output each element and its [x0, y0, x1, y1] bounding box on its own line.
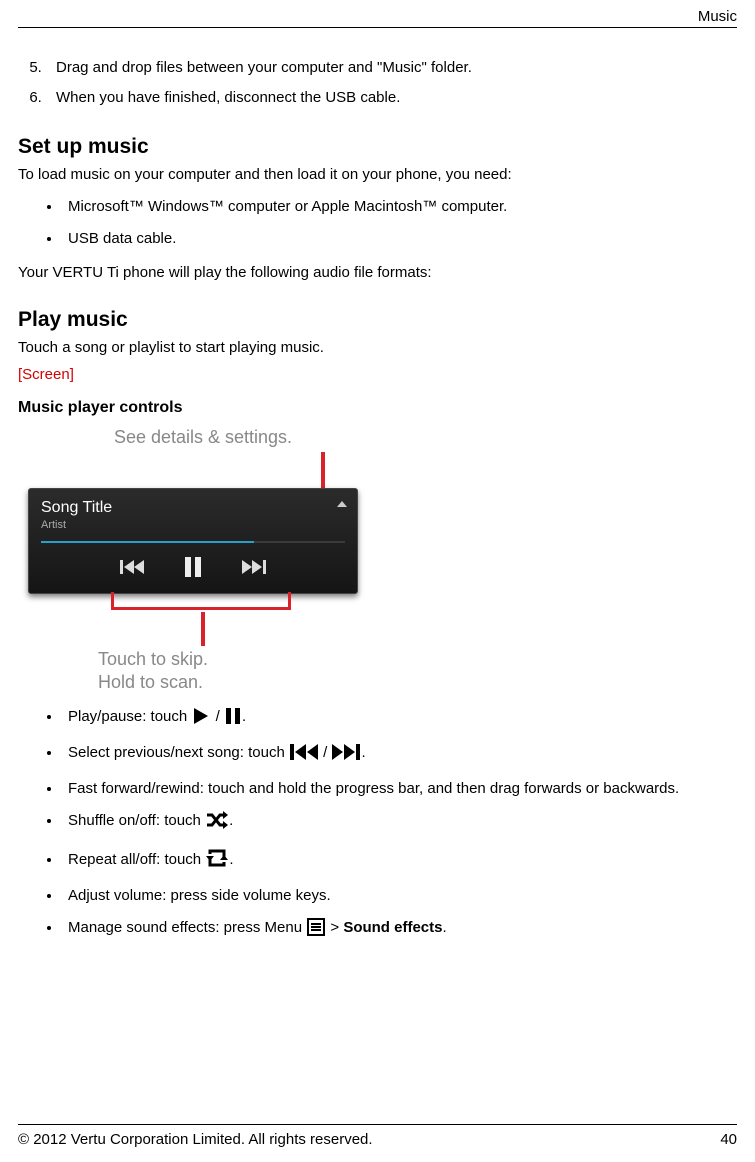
player-figure: See details & settings. Song Title Artis…	[28, 427, 378, 695]
callout-bracket	[111, 592, 291, 610]
text: Play/pause: touch	[68, 708, 191, 725]
play-intro: Touch a song or playlist to start playin…	[18, 338, 737, 358]
caption-bottom-line1: Touch to skip.	[98, 649, 208, 669]
step-item: When you have finished, disconnect the U…	[46, 88, 737, 108]
step-item: Drag and drop files between your compute…	[46, 58, 737, 78]
list-item: Repeat all/off: touch .	[62, 848, 737, 874]
controls-bullets: Play/pause: touch / . Select previous/ne…	[18, 707, 737, 943]
text: /	[216, 708, 224, 725]
text: /	[323, 744, 331, 761]
heading-play-music: Play music	[18, 308, 737, 332]
setup-intro: To load music on your computer and then …	[18, 165, 737, 185]
figure-caption-top: See details & settings.	[28, 427, 378, 448]
list-item: USB data cable.	[62, 229, 737, 249]
list-item: Select previous/next song: touch / .	[62, 743, 737, 767]
shuffle-icon	[206, 811, 228, 835]
list-item: Fast forward/rewind: touch and hold the …	[62, 779, 737, 799]
text: .	[361, 744, 365, 761]
copyright: © 2012 Vertu Corporation Limited. All ri…	[18, 1131, 373, 1148]
caption-bottom-line2: Hold to scan.	[98, 672, 203, 692]
top-rule	[18, 27, 737, 28]
text: .	[242, 708, 246, 725]
play-icon	[192, 707, 210, 731]
list-item: Manage sound effects: press Menu > Sound…	[62, 918, 737, 942]
list-item: Microsoft™ Windows™ computer or Apple Ma…	[62, 197, 737, 217]
skip-prev-icon	[290, 743, 318, 767]
page-number: 40	[720, 1131, 737, 1148]
setup-outro: Your VERTU Ti phone will play the follow…	[18, 263, 737, 283]
numbered-steps: Drag and drop files between your compute…	[18, 58, 737, 109]
callout-line-top	[321, 452, 325, 488]
text: .	[229, 851, 233, 868]
page-footer: © 2012 Vertu Corporation Limited. All ri…	[18, 1124, 737, 1148]
text: Manage sound effects: press Menu	[68, 919, 306, 936]
text: .	[229, 812, 233, 829]
repeat-icon	[206, 848, 228, 874]
subhead-controls: Music player controls	[18, 399, 737, 417]
menu-icon	[307, 918, 325, 942]
pause-icon	[225, 707, 241, 731]
music-player-card: Song Title Artist	[28, 488, 358, 594]
text: >	[330, 919, 343, 936]
figure-caption-bottom: Touch to skip. Hold to scan.	[98, 648, 378, 695]
list-item: Adjust volume: press side volume keys.	[62, 886, 737, 906]
pause-icon[interactable]	[184, 557, 202, 581]
next-track-icon[interactable]	[242, 558, 266, 580]
section-label: Music	[18, 0, 737, 27]
song-title: Song Title	[41, 499, 345, 517]
setup-bullets: Microsoft™ Windows™ computer or Apple Ma…	[18, 197, 737, 250]
text: Shuffle on/off: touch	[68, 812, 205, 829]
expand-caret-icon[interactable]	[337, 501, 347, 507]
list-item: Shuffle on/off: touch .	[62, 811, 737, 835]
text: Select previous/next song: touch	[68, 744, 289, 761]
progress-fill	[41, 541, 254, 543]
heading-setup-music: Set up music	[18, 135, 737, 159]
text: .	[443, 919, 447, 936]
player-controls-row	[41, 557, 345, 581]
progress-track[interactable]	[41, 541, 345, 543]
list-item: Play/pause: touch / .	[62, 707, 737, 731]
skip-next-icon	[332, 743, 360, 767]
screen-placeholder: [Screen]	[18, 366, 737, 383]
prev-track-icon[interactable]	[120, 558, 144, 580]
artist-name: Artist	[41, 519, 345, 531]
callout-line-bottom	[201, 612, 205, 646]
text: Repeat all/off: touch	[68, 851, 205, 868]
sound-effects-label: Sound effects	[343, 919, 442, 936]
